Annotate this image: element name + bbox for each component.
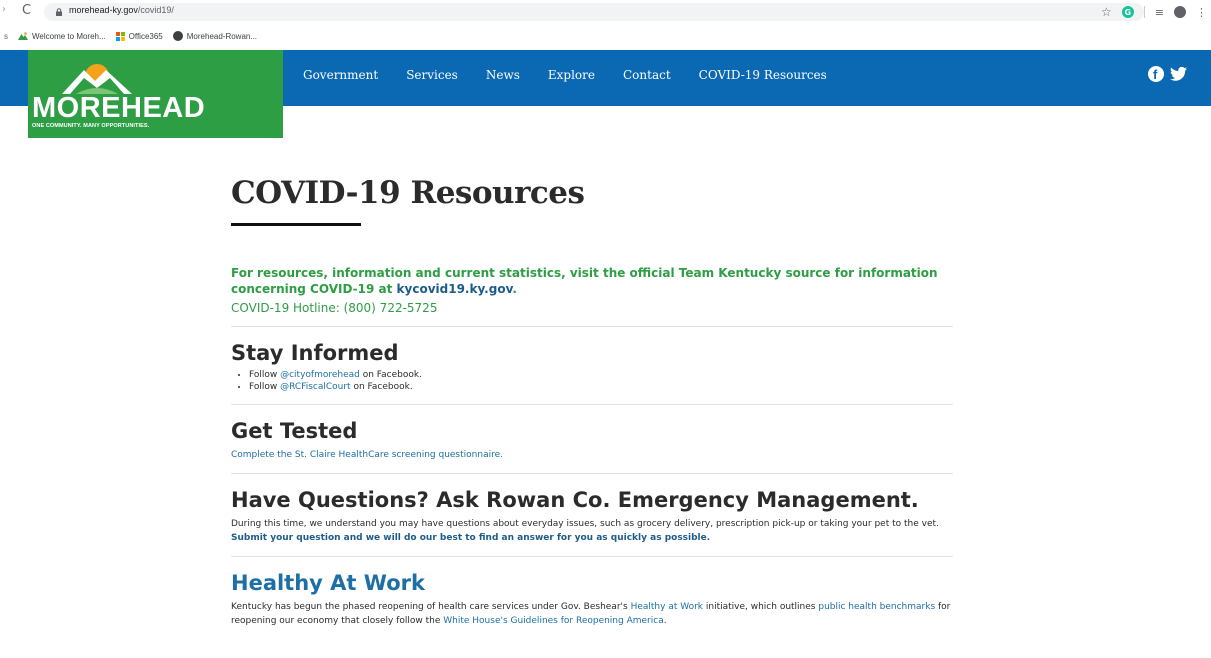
nav-contact[interactable]: Contact bbox=[623, 68, 671, 82]
section-divider bbox=[231, 404, 953, 405]
site-logo[interactable]: MOREHEAD ONE COMMUNITY. MANY OPPORTUNITI… bbox=[28, 50, 283, 138]
submit-question-link[interactable]: Submit your question and we will do our … bbox=[231, 533, 710, 543]
kycovid19-link[interactable]: kycovid19.ky.gov bbox=[397, 282, 513, 296]
bookmark-label: Office365 bbox=[128, 31, 163, 41]
nav-government[interactable]: Government bbox=[303, 68, 378, 82]
bookmark-office365[interactable]: Office365 bbox=[115, 31, 163, 41]
nav-covid-resources[interactable]: COVID-19 Resources bbox=[699, 68, 827, 82]
bookmarks-bar: s Welcome to Moreh... Office365 Morehead… bbox=[0, 24, 1211, 48]
nav-services[interactable]: Services bbox=[406, 68, 458, 82]
address-bar[interactable]: morehead-ky.gov/covid19/ bbox=[44, 3, 1144, 21]
healthy-at-work-text: Kentucky has begun the phased reopening … bbox=[231, 602, 951, 626]
microsoft-icon bbox=[115, 31, 125, 41]
twitter-icon[interactable] bbox=[1170, 66, 1187, 82]
list-item: Follow @cityofmorehead on Facebook. bbox=[249, 369, 953, 381]
bookmark-label: Welcome to Moreh... bbox=[32, 31, 106, 41]
lock-icon bbox=[56, 8, 62, 16]
globe-icon bbox=[172, 31, 183, 41]
screening-questionnaire-link[interactable]: Complete the St. Claire HealthCare scree… bbox=[231, 450, 503, 460]
questions-heading: Have Questions? Ask Rowan Co. Emergency … bbox=[231, 488, 919, 512]
stay-informed-list: Follow @cityofmorehead on Facebook. Foll… bbox=[245, 369, 953, 393]
bookmark-morehead-rowan[interactable]: Morehead-Rowan... bbox=[172, 31, 258, 41]
social-links: f bbox=[1148, 66, 1187, 82]
toolbar-separator bbox=[1143, 6, 1145, 18]
logo-tagline: ONE COMMUNITY. MANY OPPORTUNITIES. bbox=[32, 123, 150, 129]
bookmark-label: Morehead-Rowan... bbox=[186, 31, 258, 41]
get-tested-text: Complete the St. Claire HealthCare scree… bbox=[231, 448, 953, 462]
section-divider bbox=[231, 326, 953, 327]
hotline-text: COVID-19 Hotline: (800) 722-5725 bbox=[231, 301, 438, 315]
public-health-benchmarks-link[interactable]: public health benchmarks bbox=[818, 602, 935, 612]
reading-list-icon[interactable]: ≡ bbox=[1155, 6, 1164, 19]
healthy-at-work-link[interactable]: Healthy at Work bbox=[631, 602, 703, 612]
stay-informed-heading: Stay Informed bbox=[231, 341, 399, 365]
section-divider bbox=[231, 556, 953, 557]
browser-toolbar: › C morehead-ky.gov/covid19/ ☆ G ≡ ⋮ bbox=[0, 0, 1211, 24]
profile-avatar-icon[interactable] bbox=[1174, 6, 1186, 18]
bookmark-welcome[interactable]: Welcome to Moreh... bbox=[18, 32, 106, 41]
logo-mountain-sun-graphic bbox=[62, 64, 132, 94]
reload-icon[interactable]: C bbox=[22, 3, 31, 18]
url-text: morehead-ky.gov/covid19/ bbox=[69, 5, 174, 15]
page-title: COVID-19 Resources bbox=[231, 175, 585, 211]
apps-shortcut[interactable]: s bbox=[4, 32, 8, 41]
main-content: COVID-19 Resources For resources, inform… bbox=[231, 160, 953, 628]
more-menu-icon[interactable]: ⋮ bbox=[1196, 6, 1207, 19]
logo-wordmark: MOREHEAD bbox=[32, 92, 206, 124]
white-house-guidelines-link[interactable]: White House's Guidelines for Reopening A… bbox=[443, 616, 663, 626]
list-item: Follow @RCFiscalCourt on Facebook. bbox=[249, 381, 953, 393]
cityofmorehead-link[interactable]: @cityofmorehead bbox=[280, 370, 360, 380]
questions-text: During this time, we understand you may … bbox=[231, 519, 939, 543]
nav-news[interactable]: News bbox=[486, 68, 520, 82]
main-nav: Government Services News Explore Contact… bbox=[303, 50, 855, 100]
healthy-at-work-heading[interactable]: Healthy At Work bbox=[231, 571, 953, 595]
facebook-icon[interactable]: f bbox=[1148, 66, 1164, 82]
nav-explore[interactable]: Explore bbox=[548, 68, 595, 82]
rcfiscalcourt-link[interactable]: @RCFiscalCourt bbox=[280, 382, 351, 392]
back-arrow-icon[interactable]: › bbox=[2, 4, 6, 15]
get-tested-heading: Get Tested bbox=[231, 419, 358, 443]
section-divider bbox=[231, 473, 953, 474]
bookmark-star-icon[interactable]: ☆ bbox=[1101, 5, 1112, 19]
grammarly-extension-icon[interactable]: G bbox=[1121, 6, 1134, 18]
intro-paragraph: For resources, information and current s… bbox=[231, 266, 938, 296]
mountain-icon bbox=[18, 32, 28, 40]
